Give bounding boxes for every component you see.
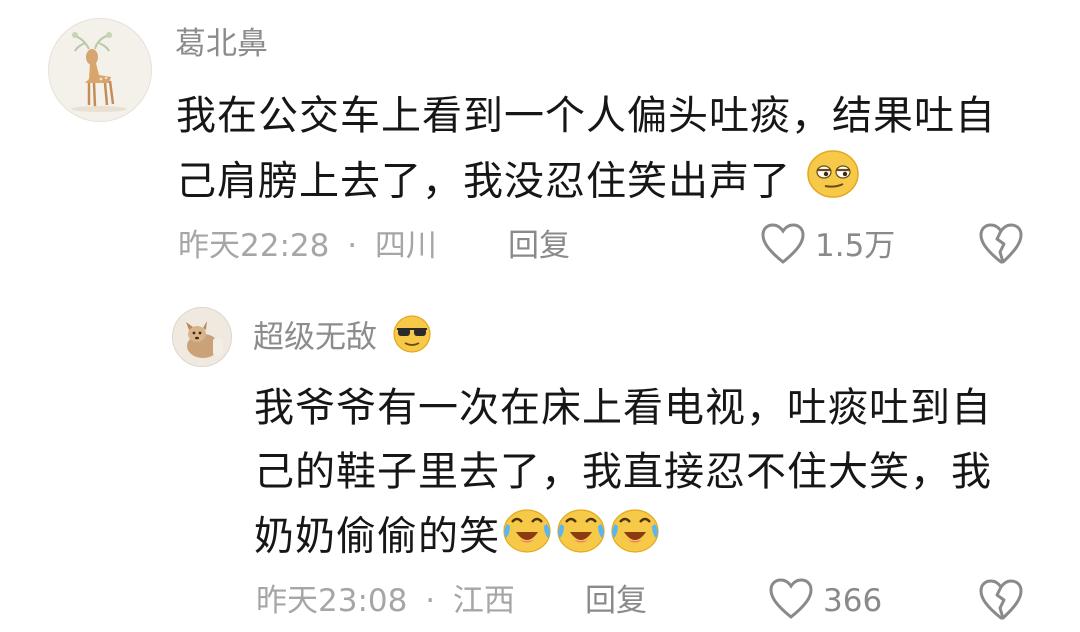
reply-text-line: 己的鞋子里去了，我直接忍不住大笑，我: [254, 449, 992, 495]
meta-separator: ·: [347, 228, 358, 264]
comment-meta: 昨天22:28 · 四川: [178, 226, 437, 266]
deer-avatar-icon: [71, 32, 127, 112]
comment-username[interactable]: 葛北鼻: [175, 24, 268, 64]
reply-body: 我爷爷有一次在床上看电视，吐痰吐到自 己的鞋子里去了，我直接忍不住大笑，我 奶奶…: [254, 376, 1054, 573]
reply-meta: 昨天23:08 · 江西: [256, 581, 515, 621]
reply-location: 江西: [452, 583, 515, 619]
reply-button[interactable]: 回复: [585, 581, 647, 621]
like-heart-icon[interactable]: [760, 222, 806, 266]
reply-button[interactable]: 回复: [508, 226, 570, 266]
reply-username-row: 超级无敌: [253, 314, 433, 364]
reply-text-line: 奶奶偷偷的笑: [254, 513, 500, 560]
smirk-emoji-icon: [805, 148, 861, 219]
avatar[interactable]: [48, 18, 152, 122]
reply-text-line: 我爷爷有一次在床上看电视，吐痰吐到自: [254, 385, 992, 431]
comment-text-line-with-emoji: 己肩膀上去了，我没忍住笑出声了: [176, 148, 1056, 219]
reply-text-line-with-emoji: 奶奶偷偷的笑: [254, 504, 1054, 573]
like-count: 1.5万: [815, 228, 896, 264]
cool-sunglasses-emoji-icon: [391, 314, 433, 364]
laugh-cry-emoji-icon: [554, 504, 608, 573]
comment-location: 四川: [374, 228, 437, 264]
dog-avatar-icon: [173, 308, 231, 366]
like-heart-icon[interactable]: [768, 577, 814, 621]
comment-text-line: 己肩膀上去了，我没忍住笑出声了: [176, 158, 791, 205]
dislike-broken-heart-icon[interactable]: [978, 222, 1024, 266]
comment-time: 昨天22:28: [178, 228, 330, 264]
laugh-cry-emoji-icon: [500, 504, 554, 573]
reply-time: 昨天23:08: [256, 583, 408, 619]
reply-username[interactable]: 超级无敌: [253, 320, 377, 356]
comment-text-line: 我在公交车上看到一个人偏头吐痰，结果吐自: [176, 93, 996, 139]
like-count: 366: [823, 583, 883, 619]
meta-separator: ·: [425, 583, 436, 619]
laugh-cry-emoji-icon: [608, 504, 662, 573]
comment-body: 我在公交车上看到一个人偏头吐痰，结果吐自 己肩膀上去了，我没忍住笑出声了: [176, 84, 1056, 219]
reply-avatar[interactable]: [172, 307, 232, 367]
dislike-broken-heart-icon[interactable]: [978, 578, 1024, 622]
